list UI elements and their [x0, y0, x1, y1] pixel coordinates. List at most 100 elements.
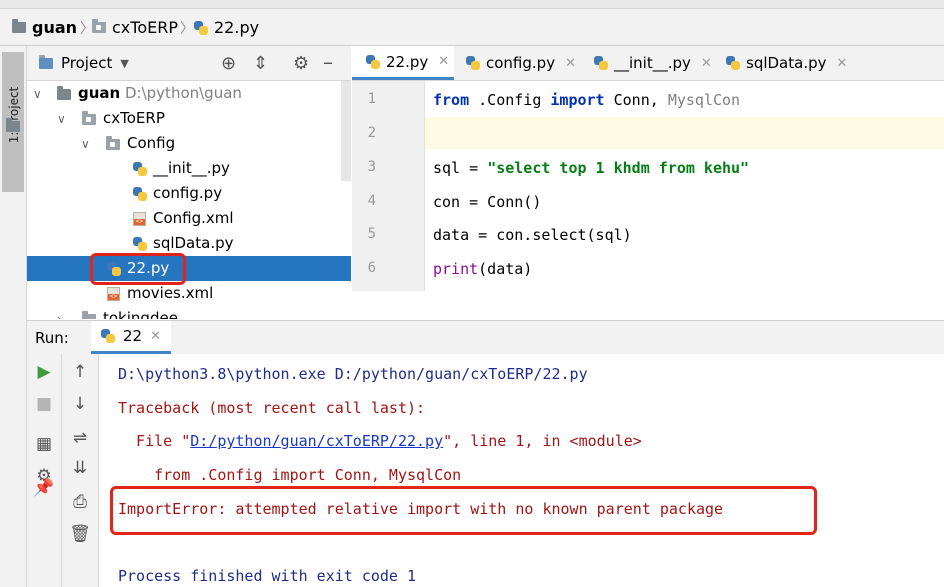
breadcrumb-cxtoerp[interactable]: cxToERP — [92, 18, 178, 37]
tree-item-label: tokingdee — [103, 309, 178, 319]
code-line-6[interactable]: print(data) — [433, 260, 532, 278]
folder-icon — [57, 86, 71, 100]
code-editor[interactable]: from .Config import Conn, MysqlCon sql =… — [425, 81, 944, 291]
scroll-to-end-icon[interactable]: ⇊ — [62, 458, 98, 478]
tree-item-sqldata[interactable]: sqlData.py — [27, 231, 351, 256]
tree-item-tokingdee[interactable]: › tokingdee — [27, 306, 351, 319]
tab-config-py[interactable]: config.py ✕ — [466, 46, 576, 80]
python-file-icon — [466, 56, 480, 70]
line-number-gutter: 1 2 3 4 5 6 — [352, 81, 425, 291]
line-number: 5 — [367, 226, 376, 242]
line-number: 6 — [367, 260, 376, 276]
project-view-selector[interactable]: Project ▼ — [39, 54, 129, 72]
arrow-up-icon[interactable]: ↑ — [62, 362, 98, 382]
run-toolbar-secondary: ↑ ↓ ⇌ ⇊ ⎙ 🗑 — [62, 354, 99, 587]
project-tool-label: 1: Project — [7, 86, 21, 144]
package-folder-icon — [106, 136, 120, 150]
locate-icon[interactable]: ⊕ — [221, 53, 236, 74]
soft-wrap-icon[interactable]: ⇌ — [62, 428, 98, 448]
hide-icon[interactable]: – — [323, 50, 333, 74]
python-file-icon — [366, 54, 380, 69]
console-text: File " — [118, 432, 191, 450]
error-highlight-annotation — [110, 486, 817, 535]
close-icon[interactable]: ✕ — [701, 56, 712, 71]
print-icon[interactable]: ⎙ — [62, 492, 98, 512]
tree-item-init[interactable]: __init__.py — [27, 156, 351, 181]
project-panel-title: Project — [61, 54, 113, 72]
tab-label: __init__.py — [614, 54, 691, 72]
python-file-icon — [133, 237, 147, 251]
xml-file-icon — [107, 287, 120, 301]
tree-item-label: sqlData.py — [153, 234, 234, 252]
builtin-token: print — [433, 260, 479, 278]
tree-item-label: Config — [127, 134, 176, 152]
line-number: 3 — [367, 159, 376, 175]
run-tab-22[interactable]: 22 ✕ — [91, 321, 171, 354]
tree-item-movies[interactable]: movies.xml — [27, 281, 351, 306]
expand-arrow-icon[interactable]: ∨ — [57, 112, 66, 126]
gear-icon[interactable]: ⚙ — [293, 53, 309, 74]
project-panel-header: Project ▼ ⊕ ⇕ ⚙ – — [27, 46, 351, 81]
tree-item-label: config.py — [153, 184, 223, 202]
module-token: .Config — [469, 91, 551, 109]
arrow-down-icon[interactable]: ↓ — [62, 394, 98, 414]
code-line-1[interactable]: from .Config import Conn, MysqlCon — [433, 91, 740, 109]
run-toolbar-primary: ▶ ■ ▦ ⚙ 📌 — [27, 354, 62, 587]
menu-strip — [0, 0, 944, 9]
layout-icon[interactable]: ▦ — [27, 434, 61, 454]
highlight-annotation — [90, 253, 186, 285]
pin-tab-icon[interactable]: 📌 — [27, 478, 61, 498]
close-icon[interactable]: ✕ — [837, 56, 848, 71]
stop-icon[interactable]: ■ — [27, 394, 61, 414]
console-output[interactable]: D:\python3.8\python.exe D:/python/guan/c… — [99, 354, 944, 587]
code-line-5[interactable]: data = con.select(sql) — [433, 226, 632, 244]
tree-item-22py[interactable]: 22.py — [27, 256, 351, 281]
file-link[interactable]: D:/python/guan/cxToERP/22.py — [190, 432, 443, 450]
tree-scrollbar[interactable] — [341, 81, 351, 181]
tree-item-guan[interactable]: ∨ guan D:\python\guan — [27, 81, 351, 106]
collapse-all-icon[interactable]: ⇕ — [253, 53, 268, 74]
console-text: ", line 1, in <module> — [443, 432, 642, 450]
tree-item-path: D:\python\guan — [125, 84, 242, 102]
tree-item-config[interactable]: ∨ Config — [27, 131, 351, 156]
python-file-icon — [194, 20, 208, 35]
names-token: Conn, — [604, 91, 668, 109]
code-token: sql = — [433, 159, 488, 177]
console-command-line: D:\python3.8\python.exe D:/python/guan/c… — [118, 365, 588, 383]
line-number: 2 — [367, 125, 376, 141]
editor-empty-area[interactable] — [352, 291, 944, 319]
tree-item-cxtoerp[interactable]: ∨ cxToERP — [27, 106, 351, 131]
close-icon[interactable]: ✕ — [438, 54, 449, 69]
rerun-icon[interactable]: ▶ — [27, 362, 61, 382]
close-icon[interactable]: ✕ — [150, 329, 161, 344]
tab-22py[interactable]: 22.py ✕ — [352, 46, 454, 80]
expand-arrow-icon[interactable]: ∨ — [81, 137, 90, 151]
keyword-token: from — [433, 91, 470, 109]
expand-arrow-icon[interactable]: › — [57, 312, 62, 319]
code-line-3[interactable]: sql = "select top 1 khdm from kehu" — [433, 159, 749, 177]
expand-arrow-icon[interactable]: ∨ — [33, 87, 42, 101]
python-file-icon — [101, 329, 115, 343]
close-icon[interactable]: ✕ — [565, 56, 576, 71]
run-tab-label: 22 — [123, 327, 143, 345]
trash-icon[interactable]: 🗑 — [62, 524, 98, 544]
tab-label: 22.py — [386, 52, 429, 71]
tab-init-py[interactable]: __init__.py ✕ — [594, 46, 712, 80]
package-folder-icon — [92, 19, 106, 33]
tab-label: sqlData.py — [746, 54, 827, 72]
project-tree: ∨ guan D:\python\guan ∨ cxToERP ∨ Config… — [27, 81, 351, 319]
code-line-4[interactable]: con = Conn() — [433, 193, 541, 211]
package-folder-icon — [82, 111, 96, 125]
breadcrumb-label: cxToERP — [112, 18, 178, 37]
current-line-highlight — [425, 117, 944, 149]
tab-sqldata-py[interactable]: sqlData.py ✕ — [726, 46, 847, 80]
tree-item-config-py[interactable]: config.py — [27, 181, 351, 206]
tree-item-label: guan — [78, 84, 121, 102]
breadcrumb-guan[interactable]: guan — [12, 18, 77, 37]
line-number: 1 — [367, 91, 376, 107]
navigation-bar: guan 〉 cxToERP 〉 22.py — [0, 0, 944, 46]
breadcrumb-22py[interactable]: 22.py — [194, 18, 259, 37]
chevron-right-icon: 〉 — [180, 21, 194, 37]
breadcrumb-label: guan — [32, 18, 78, 37]
tree-item-config-xml[interactable]: Config.xml — [27, 206, 351, 231]
